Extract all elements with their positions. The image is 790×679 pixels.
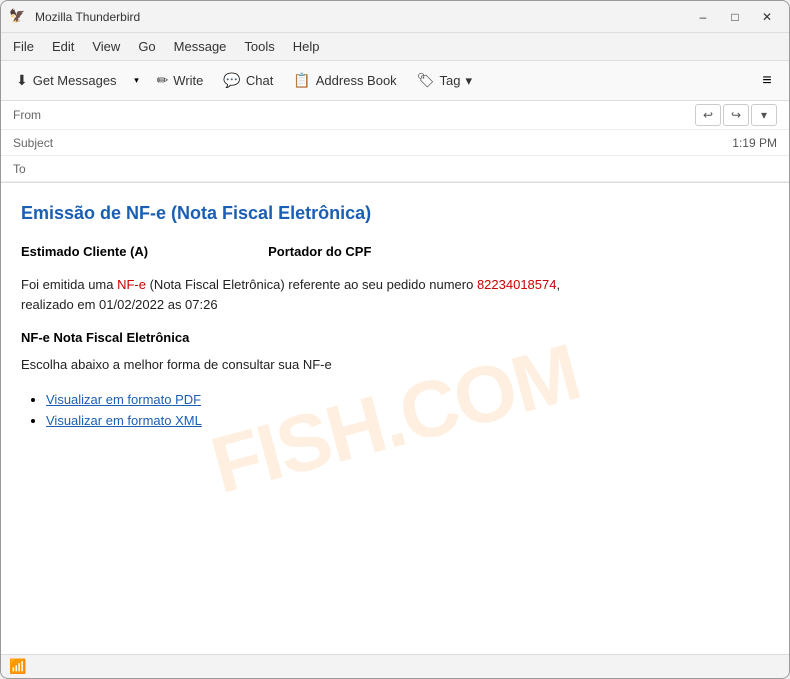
reply-button[interactable]: ↩: [695, 104, 721, 126]
chat-icon: 💬: [223, 72, 240, 89]
section-title: NF-e Nota Fiscal Eletrônica: [21, 330, 769, 345]
forward-button[interactable]: ↪: [723, 104, 749, 126]
paragraph-after-nfe: (Nota Fiscal Eletrônica) referente ao se…: [146, 277, 477, 292]
email-body: FISH.COM Emissão de NF-e (Nota Fiscal El…: [1, 183, 789, 654]
paragraph-line2: realizado em 01/02/2022 as 07:26: [21, 297, 218, 312]
close-button[interactable]: ✕: [753, 7, 781, 27]
greeting-right: Portador do CPF: [268, 244, 371, 259]
menu-bar: File Edit View Go Message Tools Help: [1, 33, 789, 61]
from-label: From: [13, 108, 63, 122]
wifi-icon: 📶: [9, 658, 26, 675]
list-item: Visualizar em formato XML: [46, 413, 769, 428]
address-book-button[interactable]: 📋 Address Book: [284, 66, 405, 95]
email-paragraph-1: Foi emitida uma NF-e (Nota Fiscal Eletrô…: [21, 275, 769, 314]
get-messages-label: Get Messages: [33, 73, 117, 88]
status-bar: 📶: [1, 654, 789, 678]
chat-button[interactable]: 💬 Chat: [214, 66, 282, 95]
tag-icon: 🏷: [417, 72, 435, 89]
email-time: 1:19 PM: [732, 136, 777, 150]
get-messages-dropdown[interactable]: ▾: [128, 66, 146, 96]
more-button[interactable]: ▾: [751, 104, 777, 126]
window-controls: – □ ✕: [689, 7, 781, 27]
tag-button[interactable]: 🏷 Tag ▾: [408, 66, 481, 95]
menu-edit[interactable]: Edit: [44, 36, 82, 57]
to-row: To: [1, 156, 789, 182]
menu-message[interactable]: Message: [166, 36, 235, 57]
menu-view[interactable]: View: [84, 36, 128, 57]
xml-link[interactable]: Visualizar em formato XML: [46, 413, 202, 428]
email-instruction: Escolha abaixo a melhor forma de consult…: [21, 357, 769, 372]
menu-help[interactable]: Help: [285, 36, 328, 57]
tag-dropdown-arrow: ▾: [465, 73, 472, 89]
menu-tools[interactable]: Tools: [236, 36, 282, 57]
email-links-list: Visualizar em formato PDF Visualizar em …: [21, 392, 769, 428]
header-action-buttons: ↩ ↪ ▾: [695, 104, 777, 126]
email-content: Emissão de NF-e (Nota Fiscal Eletrônica)…: [21, 203, 769, 428]
list-item: Visualizar em formato PDF: [46, 392, 769, 407]
write-label: Write: [173, 73, 203, 88]
order-number: 82234018574: [477, 277, 557, 292]
hamburger-menu-button[interactable]: ≡: [751, 66, 783, 96]
nfe-text: NF-e: [117, 277, 146, 292]
from-row: From ↩ ↪ ▾: [1, 101, 789, 130]
email-header: From ↩ ↪ ▾ Subject 1:19 PM To: [1, 101, 789, 183]
app-icon: 🦅: [9, 8, 27, 26]
write-button[interactable]: ✏ Write: [148, 66, 213, 95]
window-title: Mozilla Thunderbird: [35, 10, 689, 24]
toolbar: ⬇ Get Messages ▾ ✏ Write 💬 Chat 📋 Addres…: [1, 61, 789, 101]
to-label: To: [13, 162, 63, 176]
write-icon: ✏: [157, 72, 169, 89]
chat-label: Chat: [246, 73, 273, 88]
maximize-button[interactable]: □: [721, 7, 749, 27]
tag-label: Tag: [439, 73, 460, 88]
address-book-label: Address Book: [316, 73, 397, 88]
minimize-button[interactable]: –: [689, 7, 717, 27]
greeting-row: Estimado Cliente (A) Portador do CPF: [21, 244, 769, 259]
get-messages-button[interactable]: ⬇ Get Messages: [7, 66, 126, 95]
menu-file[interactable]: File: [5, 36, 42, 57]
subject-label: Subject: [13, 136, 63, 150]
greeting-left: Estimado Cliente (A): [21, 244, 148, 259]
paragraph-before-nfe: Foi emitida uma: [21, 277, 117, 292]
email-title: Emissão de NF-e (Nota Fiscal Eletrônica): [21, 203, 769, 224]
menu-go[interactable]: Go: [130, 36, 163, 57]
main-window: 🦅 Mozilla Thunderbird – □ ✕ File Edit Vi…: [0, 0, 790, 679]
pdf-link[interactable]: Visualizar em formato PDF: [46, 392, 201, 407]
title-bar: 🦅 Mozilla Thunderbird – □ ✕: [1, 1, 789, 33]
address-book-icon: 📋: [293, 72, 310, 89]
get-messages-icon: ⬇: [16, 72, 28, 89]
paragraph-end: ,: [556, 277, 560, 292]
subject-row: Subject 1:19 PM: [1, 130, 789, 156]
